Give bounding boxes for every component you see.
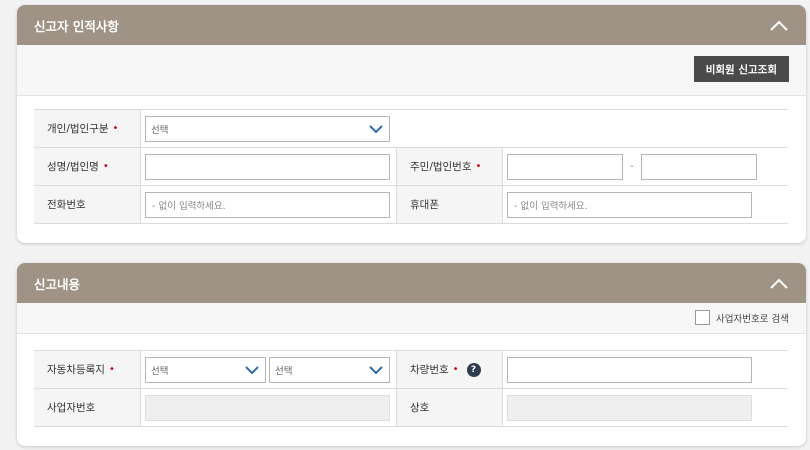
required-mark: •: [112, 123, 119, 134]
vehicle-number-label-text: 차량번호: [410, 364, 449, 376]
registration-label-text: 자동차등록지: [47, 364, 105, 376]
registration-cell: 선택 선택: [141, 351, 396, 388]
report-content-header[interactable]: 신고내용: [17, 263, 806, 303]
company-name-label: 상호: [396, 389, 503, 426]
id-number-label: 주민/법인번호 •: [396, 148, 503, 185]
phone-label-text: 전화번호: [47, 199, 86, 211]
company-name-cell: [503, 389, 788, 426]
vehicle-number-label: 차량번호 • ?: [396, 351, 503, 388]
reporter-info-title: 신고자 인적사항: [34, 18, 119, 34]
reporter-form-table: 개인/법인구분 • 선택 성명/법인명 • 주민/법인번호 • - 전화번호 -…: [34, 109, 788, 224]
table-row: 전화번호 - 없이 입력하세요. 휴대폰 - 없이 입력하세요.: [34, 186, 788, 224]
search-by-business-label: 사업자번호로 검색: [716, 313, 789, 325]
id-number-dash: -: [630, 161, 634, 172]
collapse-chevron-up-icon[interactable]: [768, 14, 790, 36]
required-mark: •: [475, 161, 482, 172]
reporter-toolbar: 비회원 신고조회: [17, 45, 806, 96]
table-row: 자동차등록지 • 선택 선택 차량번호 • ?: [34, 351, 788, 389]
mobile-label-text: 휴대폰: [410, 199, 439, 211]
registration-select-2-value: 선택: [275, 365, 293, 377]
mobile-placeholder: - 없이 입력하세요.: [514, 200, 588, 212]
company-name-label-text: 상호: [410, 402, 430, 414]
type-cell: 선택: [141, 110, 788, 147]
collapse-chevron-up-icon[interactable]: [768, 272, 790, 294]
reporter-info-panel: 신고자 인적사항 비회원 신고조회 개인/법인구분 • 선택 성명/법인명 • …: [17, 5, 806, 243]
phone-placeholder: - 없이 입력하세요.: [152, 200, 226, 212]
type-select[interactable]: 선택: [145, 115, 390, 142]
reporter-info-header[interactable]: 신고자 인적사항: [17, 5, 806, 45]
phone-label: 전화번호: [34, 186, 141, 223]
search-by-business-toggle[interactable]: 사업자번호로 검색: [695, 310, 789, 325]
registration-select-1[interactable]: 선택: [145, 356, 266, 383]
report-content-form-table: 자동차등록지 • 선택 선택 차량번호 • ? 사업자번호 상호: [34, 350, 788, 427]
mobile-label: 휴대폰: [396, 186, 503, 223]
business-number-input: [145, 394, 390, 421]
required-mark: •: [102, 161, 109, 172]
required-mark: •: [452, 364, 459, 375]
id-number-front-input[interactable]: [507, 153, 623, 180]
mobile-input[interactable]: - 없이 입력하세요.: [507, 191, 752, 218]
chevron-down-icon: [245, 363, 259, 380]
type-label: 개인/법인구분 •: [34, 110, 141, 147]
name-label: 성명/법인명 •: [34, 148, 141, 185]
business-number-cell: [141, 389, 396, 426]
required-mark: •: [108, 364, 115, 375]
vehicle-number-input[interactable]: [507, 356, 752, 383]
table-row: 성명/법인명 • 주민/법인번호 • -: [34, 148, 788, 186]
report-content-toolbar: 사업자번호로 검색: [17, 303, 806, 334]
vehicle-number-cell: [503, 351, 788, 388]
phone-input[interactable]: - 없이 입력하세요.: [145, 191, 390, 218]
type-label-text: 개인/법인구분: [47, 123, 109, 135]
business-number-label: 사업자번호: [34, 389, 141, 426]
question-circle-icon[interactable]: ?: [466, 362, 481, 377]
business-number-label-text: 사업자번호: [47, 402, 96, 414]
registration-select-2[interactable]: 선택: [269, 356, 390, 383]
table-row: 사업자번호 상호: [34, 389, 788, 427]
search-by-business-checkbox[interactable]: [695, 310, 711, 325]
phone-cell: - 없이 입력하세요.: [141, 186, 396, 223]
report-content-panel: 신고내용 사업자번호로 검색 자동차등록지 • 선택 선택 차량번호 • ? 사…: [17, 263, 806, 446]
id-number-cell: -: [503, 148, 788, 185]
company-name-input: [507, 394, 752, 421]
name-input[interactable]: [145, 153, 390, 180]
registration-label: 자동차등록지 •: [34, 351, 141, 388]
report-content-title: 신고내용: [34, 276, 81, 292]
chevron-down-icon: [369, 363, 383, 380]
table-row: 개인/법인구분 • 선택: [34, 110, 788, 148]
type-select-value: 선택: [151, 124, 169, 136]
non-member-lookup-button[interactable]: 비회원 신고조회: [693, 56, 789, 82]
id-number-back-input[interactable]: [640, 153, 757, 180]
id-number-label-text: 주민/법인번호: [410, 161, 472, 173]
registration-select-1-value: 선택: [151, 365, 169, 377]
name-cell: [141, 148, 396, 185]
mobile-cell: - 없이 입력하세요.: [503, 186, 788, 223]
chevron-down-icon: [369, 122, 383, 139]
name-label-text: 성명/법인명: [47, 161, 99, 173]
